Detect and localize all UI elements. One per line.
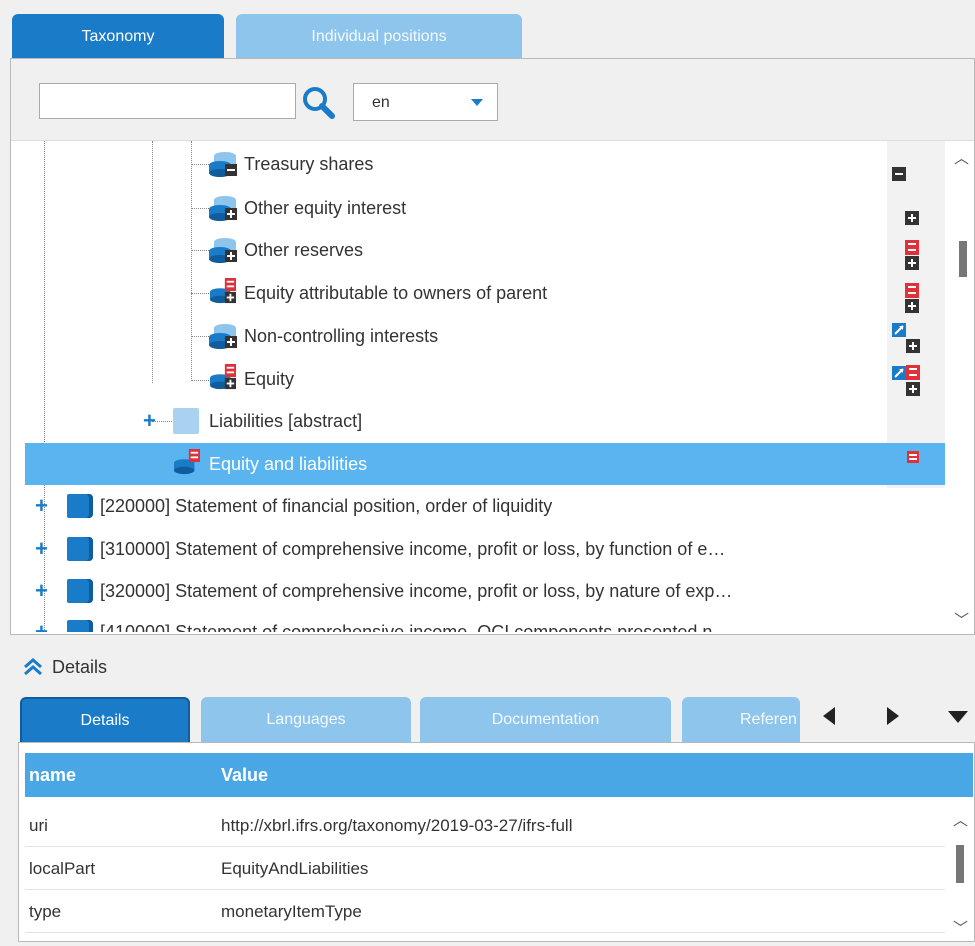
tree-item-label: Equity and liabilities [209,453,368,474]
scroll-thumb[interactable] [956,845,964,883]
scroll-up-icon[interactable]: ︿ [954,147,969,168]
tab-taxonomy[interactable]: Taxonomy [12,14,224,59]
tree-item-label: [320000] Statement of comprehensive inco… [100,580,733,601]
tab-details[interactable]: Details [20,697,190,743]
tree-item-label: Treasury shares [244,153,374,174]
tree-item-treasury-shares[interactable]: Treasury shares [11,143,951,185]
tree-item-label: Equity attributable to owners of parent [244,282,548,303]
tab-scroll-right-icon[interactable] [886,707,900,725]
search-input[interactable] [39,83,296,119]
expand-icon[interactable]: + [35,495,48,517]
column-header-name[interactable]: name [29,765,76,786]
tab-scroll-left-icon[interactable] [822,707,836,725]
tree-item-statement-220000[interactable]: + [220000] Statement of financial positi… [11,485,951,527]
tree-item-equity[interactable]: Equity [11,358,951,400]
row-value: http://xbrl.ifrs.org/taxonomy/2019-03-27… [221,816,573,835]
item-plus-icon [209,238,237,263]
table-row[interactable]: type monetaryItemType [25,891,945,933]
book-icon [67,579,93,603]
expand-icon[interactable]: + [35,621,48,633]
details-tabs: Details Languages Documentation Referen [20,697,975,743]
table-row[interactable]: localPart EquityAndLiabilities [25,848,945,890]
search-toolbar: en [11,59,974,141]
item-minus-icon [209,152,237,177]
tree-item-other-equity-interest[interactable]: Other equity interest [11,187,951,229]
tree-item-label: Liabilities [abstract] [209,410,363,431]
details-section-header[interactable]: Details [22,654,107,680]
table-row[interactable]: uri http://xbrl.ifrs.org/taxonomy/2019-0… [25,805,945,847]
link-plus-marker-icon [892,323,920,353]
plus-marker-icon [905,211,919,225]
column-header-value[interactable]: Value [221,765,268,786]
tree-item-label: Equity [244,368,295,389]
row-name: localPart [29,859,96,878]
tree-scrollbar[interactable]: ︿ ﹀ [948,141,974,632]
tab-references[interactable]: Referen [682,697,800,743]
abstract-folder-icon [173,408,199,434]
tree-item-statement-410000[interactable]: + [410000] Statement of comprehensive in… [11,611,951,632]
tree-item-other-reserves[interactable]: Other reserves [11,229,951,271]
tree-item-label: [220000] Statement of financial position… [100,495,553,516]
item-plus-icon [209,324,237,349]
tree-item-label: Other reserves [244,239,364,260]
expand-icon[interactable]: + [35,580,48,602]
details-section-title: Details [52,656,108,677]
table-scrollbar[interactable]: ︿ ﹀ [948,805,972,941]
item-plus-icon [209,196,237,221]
tree-item-statement-320000[interactable]: + [320000] Statement of comprehensive in… [11,570,951,612]
book-icon [67,537,93,561]
calc-marker-icon [907,451,919,463]
tree-item-label: [310000] Statement of comprehensive inco… [100,538,726,559]
row-value: EquityAndLiabilities [221,859,369,878]
tree-item-statement-310000[interactable]: + [310000] Statement of comprehensive in… [11,528,951,570]
tree-item-label: Non-controlling interests [244,325,439,346]
item-calc-icon [174,449,200,475]
scroll-up-icon[interactable]: ︿ [953,809,968,830]
tree-item-label: [410000] Statement of comprehensive inco… [100,621,731,633]
expand-icon[interactable]: + [143,410,156,432]
tab-languages[interactable]: Languages [201,697,411,743]
book-icon [67,620,93,632]
details-table: name Value uri http://xbrl.ifrs.org/taxo… [18,742,975,942]
taxonomy-panel: en Treasury shares Other equity interest… [10,58,975,635]
scroll-down-icon[interactable]: ﹀ [954,609,969,630]
collapse-chevron-up-icon[interactable] [22,658,44,676]
tree-item-non-controlling-interests[interactable]: Non-controlling interests [11,315,951,357]
row-value: monetaryItemType [221,902,362,921]
tab-individual-positions[interactable]: Individual positions [236,14,522,59]
tree-item-liabilities-abstract[interactable]: + Liabilities [abstract] [11,400,951,442]
scroll-down-icon[interactable]: ﹀ [953,917,968,938]
expand-icon[interactable]: + [35,538,48,560]
row-name: type [29,902,62,921]
tree-item-equity-attributable[interactable]: Equity attributable to owners of parent [11,272,951,314]
search-icon[interactable] [301,85,335,119]
tab-list-dropdown-icon[interactable] [948,711,968,723]
language-select[interactable]: en [353,83,498,121]
minus-marker-icon [892,167,906,181]
item-calc-plus-icon [210,278,236,304]
scroll-thumb[interactable] [959,241,967,277]
link-calc-plus-marker-icon [892,365,920,396]
book-icon [67,494,93,518]
tree-item-label: Other equity interest [244,197,407,218]
item-calc-plus-icon [210,364,236,390]
language-select-value: en [372,94,390,111]
chevron-down-icon [471,99,483,106]
row-name: uri [29,816,48,835]
table-header-row: name Value [25,753,973,797]
tree-item-equity-and-liabilities[interactable]: Equity and liabilities [25,443,945,485]
calc-plus-marker-icon [905,283,919,313]
taxonomy-tree: Treasury shares Other equity interest Ot… [11,141,974,632]
calc-plus-marker-icon [905,240,919,270]
tab-documentation[interactable]: Documentation [420,697,671,743]
